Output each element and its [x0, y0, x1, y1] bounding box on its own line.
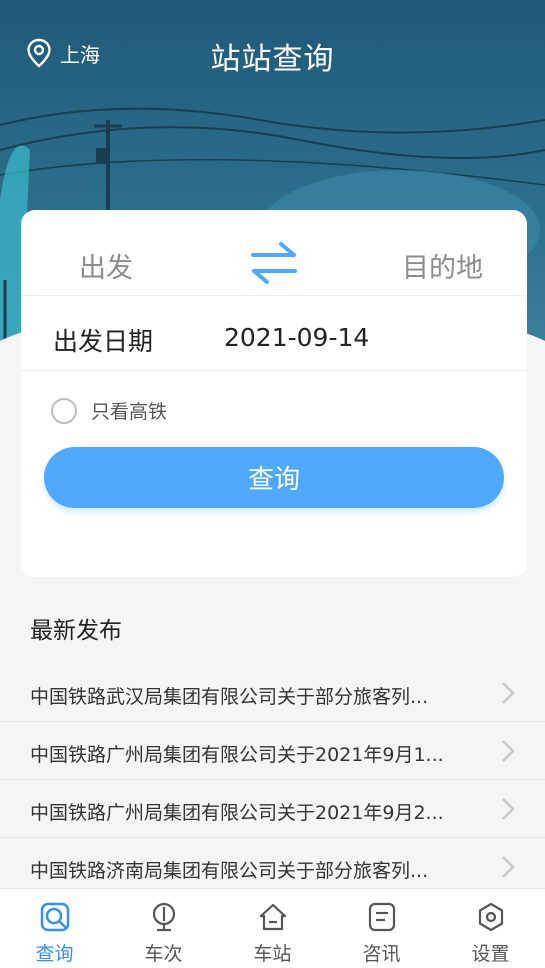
bottom-tab-bar: 查询 车次 车站 咨讯 设置 [0, 888, 545, 968]
tab-trains-label: 车次 [144, 943, 183, 965]
search-icon [40, 902, 69, 932]
document-icon [368, 902, 395, 932]
high-speed-only-label: 只看高铁 [91, 401, 168, 423]
swap-arrows-icon[interactable] [249, 240, 299, 286]
chevron-right-icon [502, 798, 515, 820]
tab-stations-label: 车站 [253, 943, 292, 965]
query-button[interactable]: 查询 [44, 447, 504, 508]
news-item-text: 中国铁路广州局集团有限公司关于2021年9月2... [30, 802, 444, 824]
news-item[interactable]: 中国铁路广州局集团有限公司关于2021年9月2... [0, 780, 545, 838]
tab-settings[interactable]: 设置 [436, 889, 545, 968]
high-speed-only-option[interactable]: 只看高铁 [51, 397, 167, 424]
train-icon [152, 902, 175, 932]
news-item-text: 中国铁路济南局集团有限公司关于部分旅客列... [30, 860, 429, 882]
departure-station-field[interactable]: 出发 [79, 246, 133, 285]
news-item[interactable]: 中国铁路广州局集团有限公司关于2021年9月1... [0, 722, 545, 780]
news-item[interactable]: 中国铁路武汉局集团有限公司关于部分旅客列... [0, 664, 545, 722]
tab-query-label: 查询 [35, 943, 74, 965]
tab-news[interactable]: 咨讯 [327, 889, 436, 968]
departure-date-label: 出发日期 [53, 327, 154, 356]
chevron-right-icon [502, 740, 515, 762]
tab-trains[interactable]: 车次 [109, 889, 218, 968]
tab-query[interactable]: 查询 [0, 889, 109, 968]
high-speed-only-radio[interactable] [51, 397, 77, 424]
home-icon [259, 903, 286, 931]
departure-date-value[interactable]: 2021-09-14 [224, 323, 369, 352]
destination-station-field[interactable]: 目的地 [402, 246, 483, 285]
chevron-right-icon [502, 856, 515, 878]
page-title: 站站查询 [210, 42, 335, 77]
news-list: 中国铁路武汉局集团有限公司关于部分旅客列... 中国铁路广州局集团有限公司关于2… [0, 664, 545, 896]
route-row: 出发 目的地 [21, 210, 527, 296]
news-section-title: 最新发布 [30, 618, 122, 644]
news-item-text: 中国铁路广州局集团有限公司关于2021年9月1... [30, 744, 444, 766]
tab-news-label: 咨讯 [362, 943, 401, 965]
news-item-text: 中国铁路武汉局集团有限公司关于部分旅客列... [30, 686, 429, 708]
search-card: 出发 目的地 出发日期 2021-09-14 只看高铁 查询 [21, 210, 527, 577]
departure-date-row[interactable]: 出发日期 2021-09-14 [21, 296, 527, 371]
tab-stations[interactable]: 车站 [218, 889, 327, 968]
chevron-right-icon [502, 682, 515, 704]
tab-settings-label: 设置 [471, 943, 510, 965]
settings-icon [478, 902, 503, 932]
